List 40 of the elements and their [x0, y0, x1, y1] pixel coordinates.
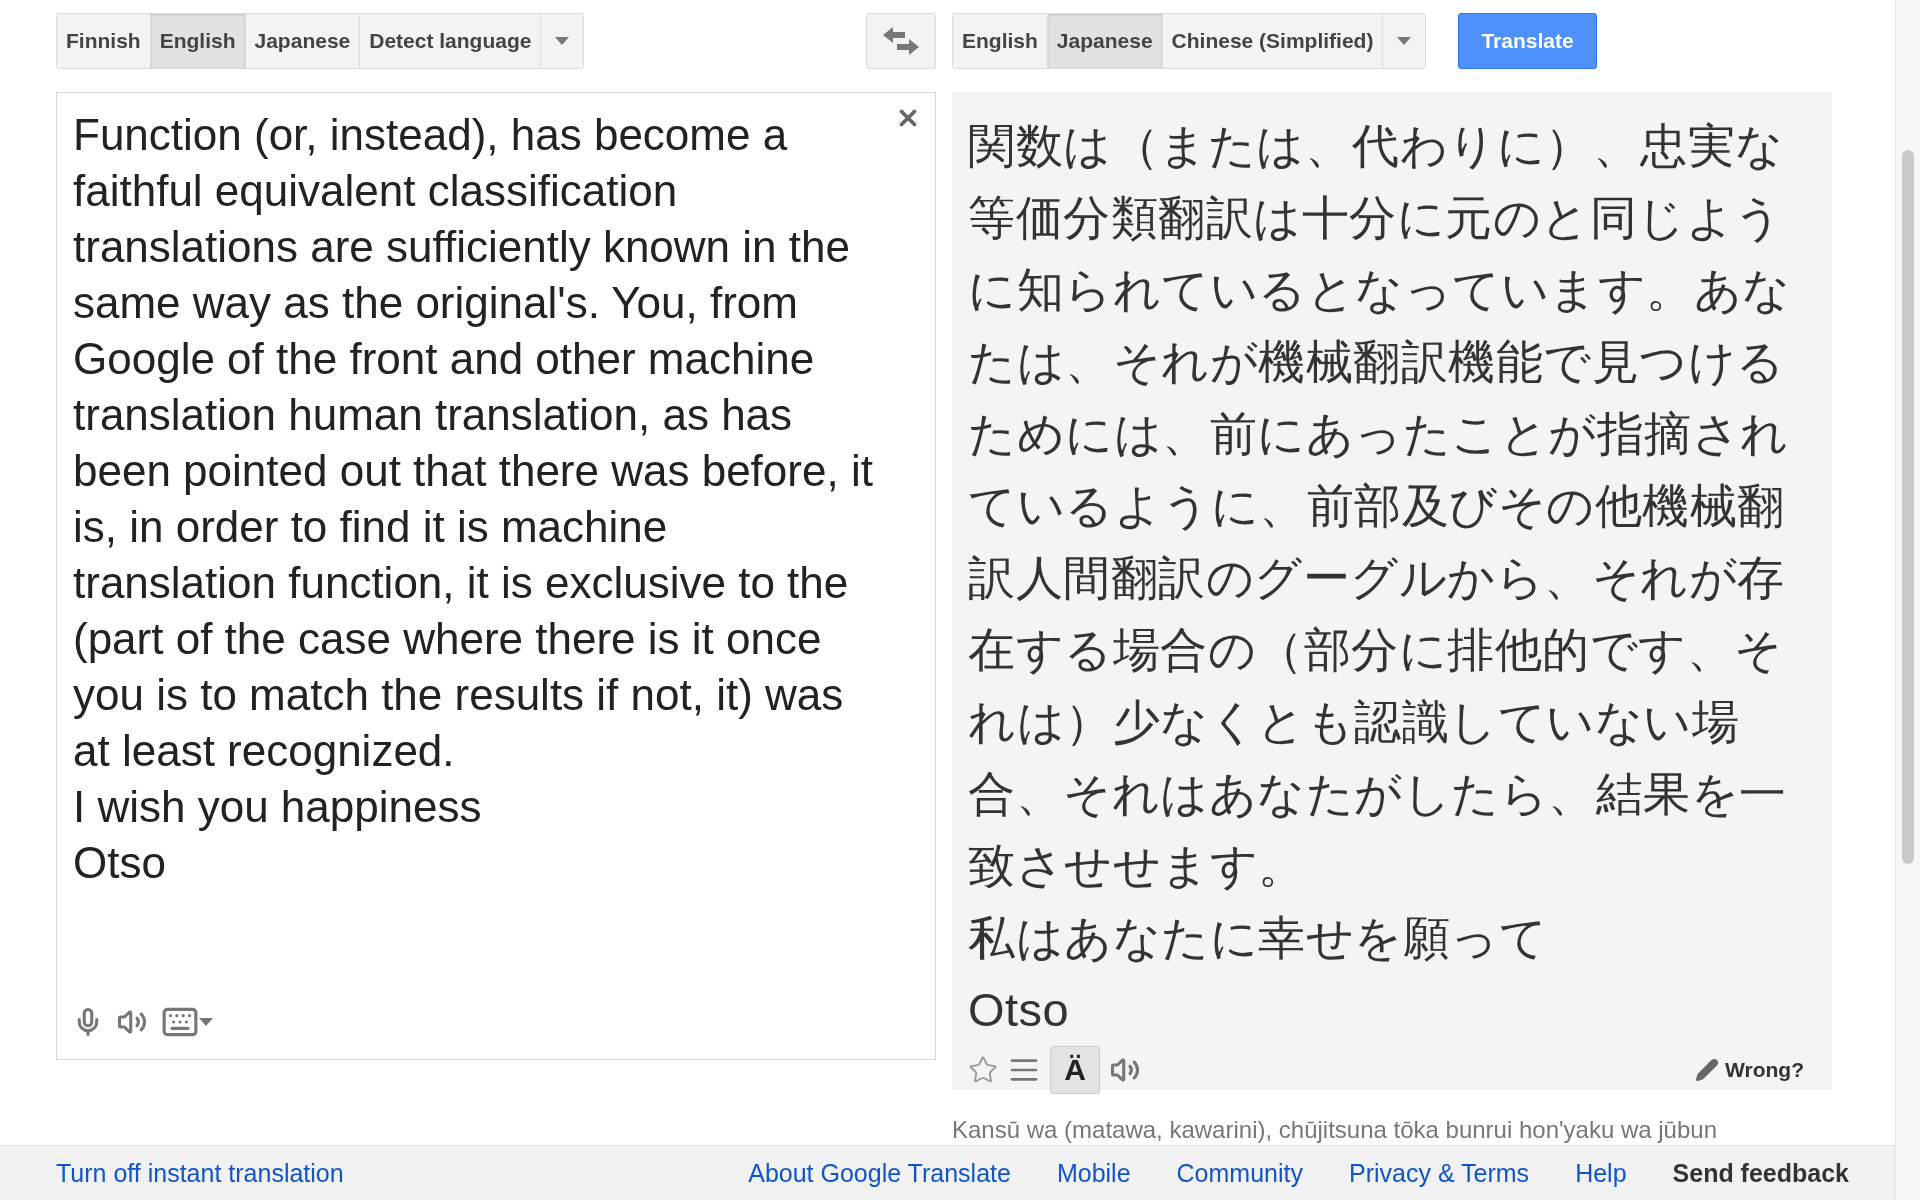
- speaker-icon: [1110, 1055, 1140, 1085]
- source-text-box[interactable]: [56, 92, 936, 1060]
- listen-button[interactable]: [117, 1007, 147, 1037]
- swap-arrows-icon: [883, 27, 919, 55]
- romanization-button[interactable]: Ä: [1050, 1046, 1100, 1094]
- text-paragraph: I wish you happiness: [73, 781, 483, 833]
- language-tab[interactable]: Finnish: [57, 14, 151, 68]
- footer-link[interactable]: Mobile: [1056, 1158, 1131, 1188]
- text-paragraph: Otso: [73, 837, 167, 889]
- romanization-text: Kansū wa (matawa, kawarini), chūjitsuna tōka bunrui hon'yaku wa jūbun: [952, 1116, 1718, 1144]
- language-dropdown[interactable]: [1383, 14, 1426, 68]
- language-dropdown[interactable]: [541, 14, 584, 68]
- star-icon: [968, 1055, 998, 1085]
- footer-link[interactable]: Community: [1176, 1158, 1303, 1188]
- language-tab[interactable]: English: [953, 14, 1048, 68]
- language-tab[interactable]: Detect language: [360, 14, 542, 68]
- dropdown-icon: [555, 37, 570, 45]
- dropdown-icon: [199, 1018, 213, 1026]
- swap-languages-button[interactable]: [866, 13, 936, 69]
- text-paragraph: 私はあなたに幸せを願って: [968, 910, 1548, 966]
- dropdown-icon: [1397, 37, 1412, 45]
- scrollbar-thumb[interactable]: [1902, 150, 1914, 864]
- speaker-icon: [117, 1007, 147, 1037]
- language-tab[interactable]: Japanese: [245, 14, 361, 68]
- language-tab[interactable]: Chinese (Simplified): [1162, 14, 1384, 68]
- scrollbar[interactable]: [1895, 0, 1920, 1200]
- text-paragraph: Otso: [968, 982, 1071, 1038]
- pencil-icon: [1695, 1058, 1720, 1082]
- footer-link[interactable]: Privacy & Terms: [1349, 1158, 1530, 1188]
- send-feedback-link[interactable]: Send feedback: [1672, 1158, 1849, 1188]
- language-tab[interactable]: English: [150, 14, 246, 68]
- star-button[interactable]: [968, 1055, 998, 1085]
- footer-link[interactable]: Help: [1575, 1158, 1627, 1188]
- language-tab[interactable]: Japanese: [1047, 14, 1163, 68]
- footer-link[interactable]: Turn off instant translation: [56, 1158, 344, 1188]
- footer-link[interactable]: About Google Translate: [748, 1158, 1011, 1188]
- wrong-link[interactable]: Wrong?: [1695, 1058, 1804, 1082]
- listen-button[interactable]: [1110, 1055, 1140, 1085]
- text-paragraph: Function (or, instead), has become a faithful equivalent classification translations are sufficiently known in the same way as the original's. You, from Google of the front and other machine translation human translation, as has been pointed out that there was before, it is, in order to find it is machine translation function, it is exclusive to the (part of the case where there is it once you is to match the results if not, it) was at least recognized.: [73, 109, 874, 777]
- text-paragraph: 関数は（または、代わりに）、忠実な等価分類翻訳は十分に元のと同じように知られているとなっています。あなたは、それが機械翻訳機能で見つけるためには、前にあったことが指摘されているように、前部及びその他機械翻訳人間翻訳のグーグルから、それが存在する場合の（部分に排他的です、それは）少なくとも認識していない場合、それはあなたがしたら、結果を一致させせます。: [968, 118, 1792, 894]
